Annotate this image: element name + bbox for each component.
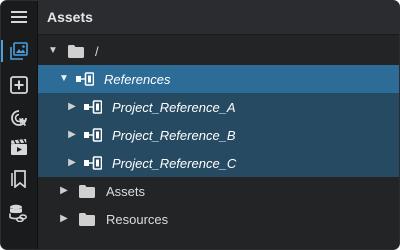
reference-icon bbox=[84, 155, 102, 171]
clapperboard-icon[interactable] bbox=[1, 133, 37, 161]
image-gallery-icon[interactable] bbox=[1, 37, 37, 65]
hamburger-menu-icon[interactable] bbox=[1, 3, 37, 31]
tree-row-assets[interactable]: ▶ Assets bbox=[38, 177, 399, 205]
tree-row-label: Project_Reference_B bbox=[112, 127, 236, 143]
tree-row-references[interactable]: ▼ References bbox=[38, 65, 399, 93]
tree-row-project-reference-c[interactable]: ▶ Project_Reference_C bbox=[38, 149, 399, 177]
tree-row-project-reference-a[interactable]: ▶ Project_Reference_A bbox=[38, 93, 399, 121]
tree-row-label: Resources bbox=[106, 211, 169, 227]
tree-row-label: Project_Reference_C bbox=[112, 155, 237, 171]
caret-right-icon[interactable]: ▶ bbox=[58, 213, 70, 225]
tree-row-project-reference-b[interactable]: ▶ Project_Reference_B bbox=[38, 121, 399, 149]
folder-icon bbox=[67, 43, 85, 59]
folder-icon bbox=[78, 211, 96, 227]
database-link-icon[interactable] bbox=[1, 199, 37, 227]
assets-window: Assets ▼ / ▼ References ▶ Project_Refere… bbox=[0, 0, 400, 250]
panel-header: Assets bbox=[38, 1, 399, 35]
folder-icon bbox=[78, 183, 96, 199]
reference-icon bbox=[84, 127, 102, 143]
tree-row-resources[interactable]: ▶ Resources bbox=[38, 205, 399, 233]
reference-icon bbox=[76, 71, 94, 87]
caret-right-icon[interactable]: ▶ bbox=[58, 185, 70, 197]
reference-icon bbox=[84, 99, 102, 115]
bookmark-pages-icon[interactable] bbox=[1, 165, 37, 193]
caret-right-icon[interactable]: ▶ bbox=[66, 129, 78, 141]
caret-down-icon[interactable]: ▼ bbox=[58, 73, 70, 85]
touch-target-icon[interactable] bbox=[1, 104, 37, 132]
asset-tree: ▼ / ▼ References ▶ Project_Reference_A ▶… bbox=[38, 37, 399, 233]
assets-panel: Assets ▼ / ▼ References ▶ Project_Refere… bbox=[38, 1, 399, 249]
caret-right-icon[interactable]: ▶ bbox=[66, 157, 78, 169]
panel-title: Assets bbox=[47, 9, 93, 25]
caret-down-icon[interactable]: ▼ bbox=[47, 45, 59, 57]
tree-row-label: Project_Reference_A bbox=[112, 99, 236, 115]
add-box-icon[interactable] bbox=[1, 71, 37, 99]
caret-right-icon[interactable]: ▶ bbox=[66, 101, 78, 113]
tree-row-label: Assets bbox=[106, 183, 146, 199]
tree-row-root[interactable]: ▼ / bbox=[38, 37, 399, 65]
tool-rail bbox=[1, 1, 38, 249]
tree-row-label: References bbox=[104, 71, 171, 87]
tree-row-label: / bbox=[95, 43, 99, 59]
